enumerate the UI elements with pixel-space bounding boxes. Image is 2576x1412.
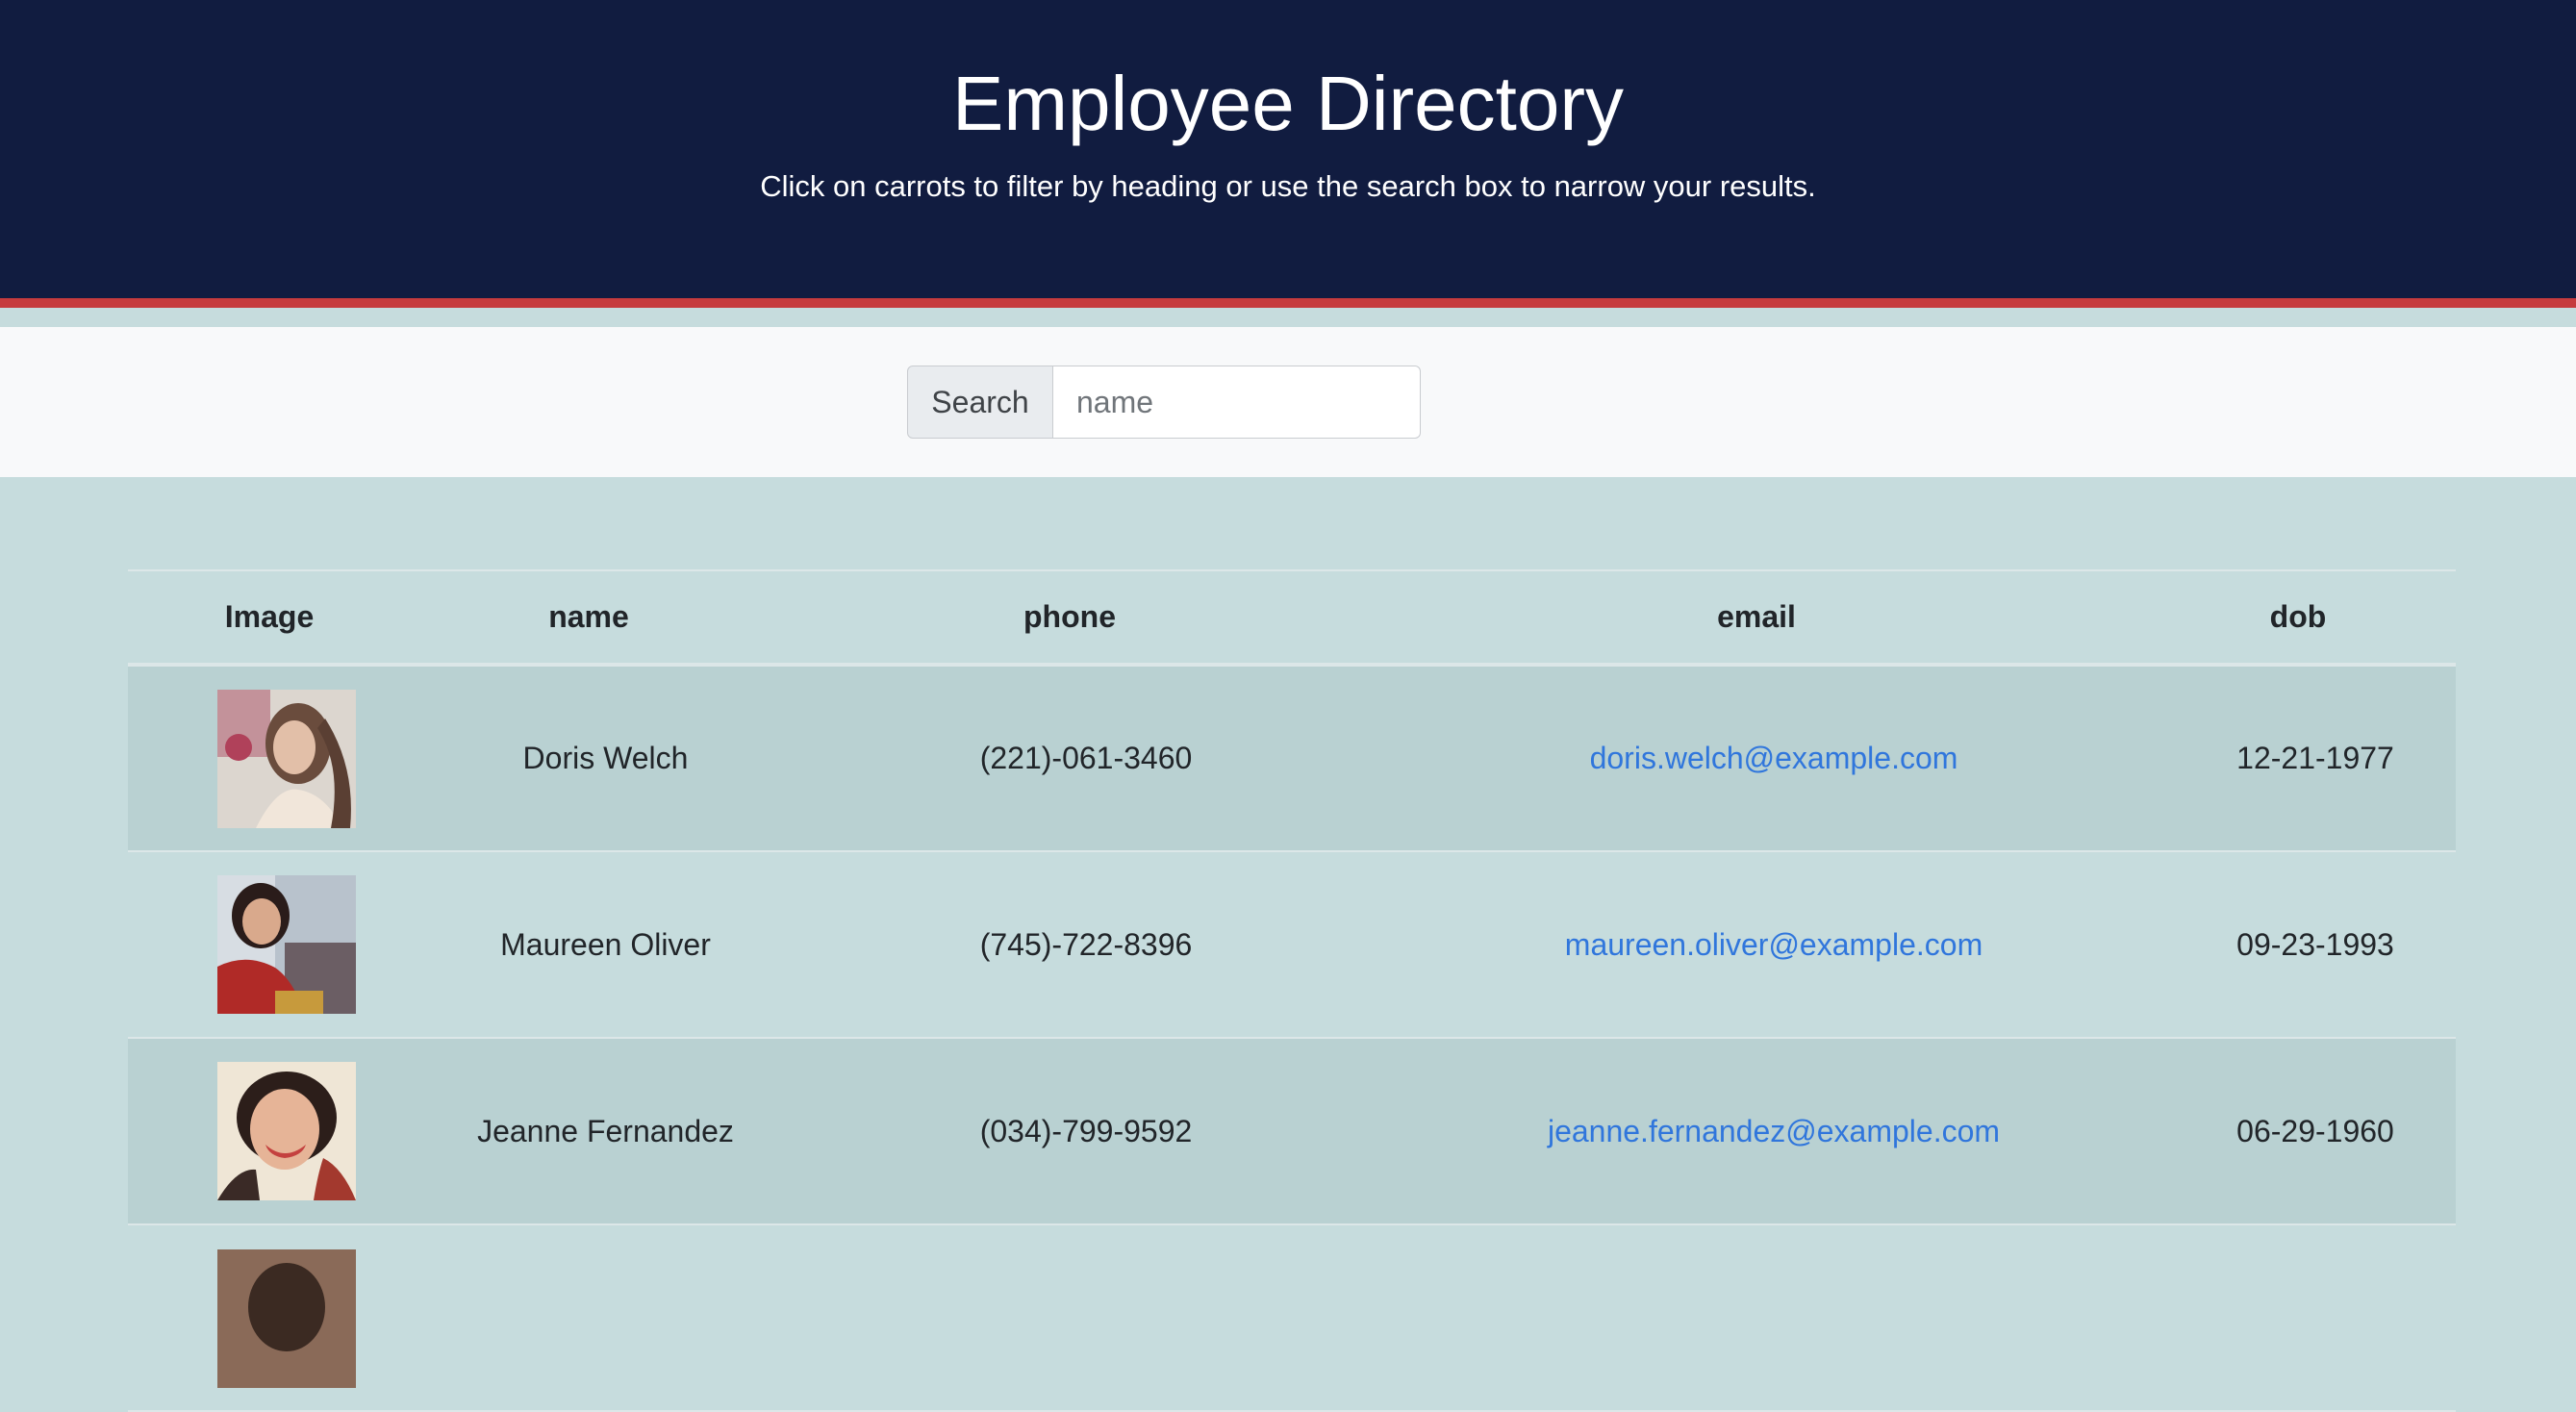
table-header-row: Image name phone email dob xyxy=(128,570,2456,665)
column-header-phone[interactable]: phone xyxy=(767,570,1373,665)
email-cell: maureen.oliver@example.com xyxy=(1373,851,2140,1038)
column-header-name[interactable]: name xyxy=(411,570,767,665)
employee-photo xyxy=(217,1249,356,1388)
image-cell xyxy=(128,1038,411,1224)
search-group: Search xyxy=(907,366,1421,439)
name-cell xyxy=(411,1224,767,1411)
search-bar: Search xyxy=(0,327,2576,477)
image-cell xyxy=(128,1224,411,1411)
employee-table-wrapper: Image name phone email dob Doris Welch (… xyxy=(128,569,2456,1412)
table-row: Maureen Oliver (745)-722-8396 maureen.ol… xyxy=(128,851,2456,1038)
name-cell: Doris Welch xyxy=(522,741,689,775)
phone-cell: (745)-722-8396 xyxy=(979,926,1193,962)
email-link[interactable]: jeanne.fernandez@example.com xyxy=(1548,1114,2000,1148)
search-input[interactable] xyxy=(1053,366,1421,439)
employee-table: Image name phone email dob Doris Welch (… xyxy=(128,569,2456,1412)
phone-cell: (221)-061-3460 xyxy=(979,741,1193,775)
dob-cell: 06-29-1960 xyxy=(2236,1113,2394,1148)
email-link[interactable]: doris.welch@example.com xyxy=(1590,741,1958,775)
table-row xyxy=(128,1224,2456,1411)
table-row: Jeanne Fernandez (034)-799-9592 jeanne.f… xyxy=(128,1038,2456,1224)
email-cell: jeanne.fernandez@example.com xyxy=(1373,1038,2140,1224)
employee-photo xyxy=(217,875,356,1014)
employee-photo xyxy=(217,1062,356,1200)
page-header: Employee Directory Click on carrots to f… xyxy=(0,0,2576,298)
dob-cell xyxy=(2140,1224,2456,1411)
email-cell: doris.welch@example.com xyxy=(1373,665,2140,851)
search-label: Search xyxy=(907,366,1053,439)
page-subtitle: Click on carrots to filter by heading or… xyxy=(760,169,1816,203)
table-row: Doris Welch (221)-061-3460 doris.welch@e… xyxy=(128,665,2456,851)
dob-cell: 09-23-1993 xyxy=(2236,926,2394,962)
phone-cell xyxy=(767,1224,1373,1411)
phone-cell: (034)-799-9592 xyxy=(979,1113,1193,1148)
name-cell: Jeanne Fernandez xyxy=(477,1113,734,1148)
column-header-image[interactable]: Image xyxy=(128,570,411,665)
employee-photo xyxy=(217,689,356,828)
email-cell xyxy=(1373,1224,2140,1411)
column-header-dob[interactable]: dob xyxy=(2140,570,2456,665)
name-cell: Maureen Oliver xyxy=(500,926,711,962)
divider-stripe xyxy=(0,308,2576,327)
email-link[interactable]: maureen.oliver@example.com xyxy=(1565,927,1983,962)
dob-cell: 12-21-1977 xyxy=(2236,741,2394,775)
image-cell xyxy=(128,851,411,1038)
page-title: Employee Directory xyxy=(951,61,1624,146)
accent-stripe xyxy=(0,298,2576,308)
column-header-email[interactable]: email xyxy=(1373,570,2140,665)
image-cell xyxy=(128,665,411,851)
